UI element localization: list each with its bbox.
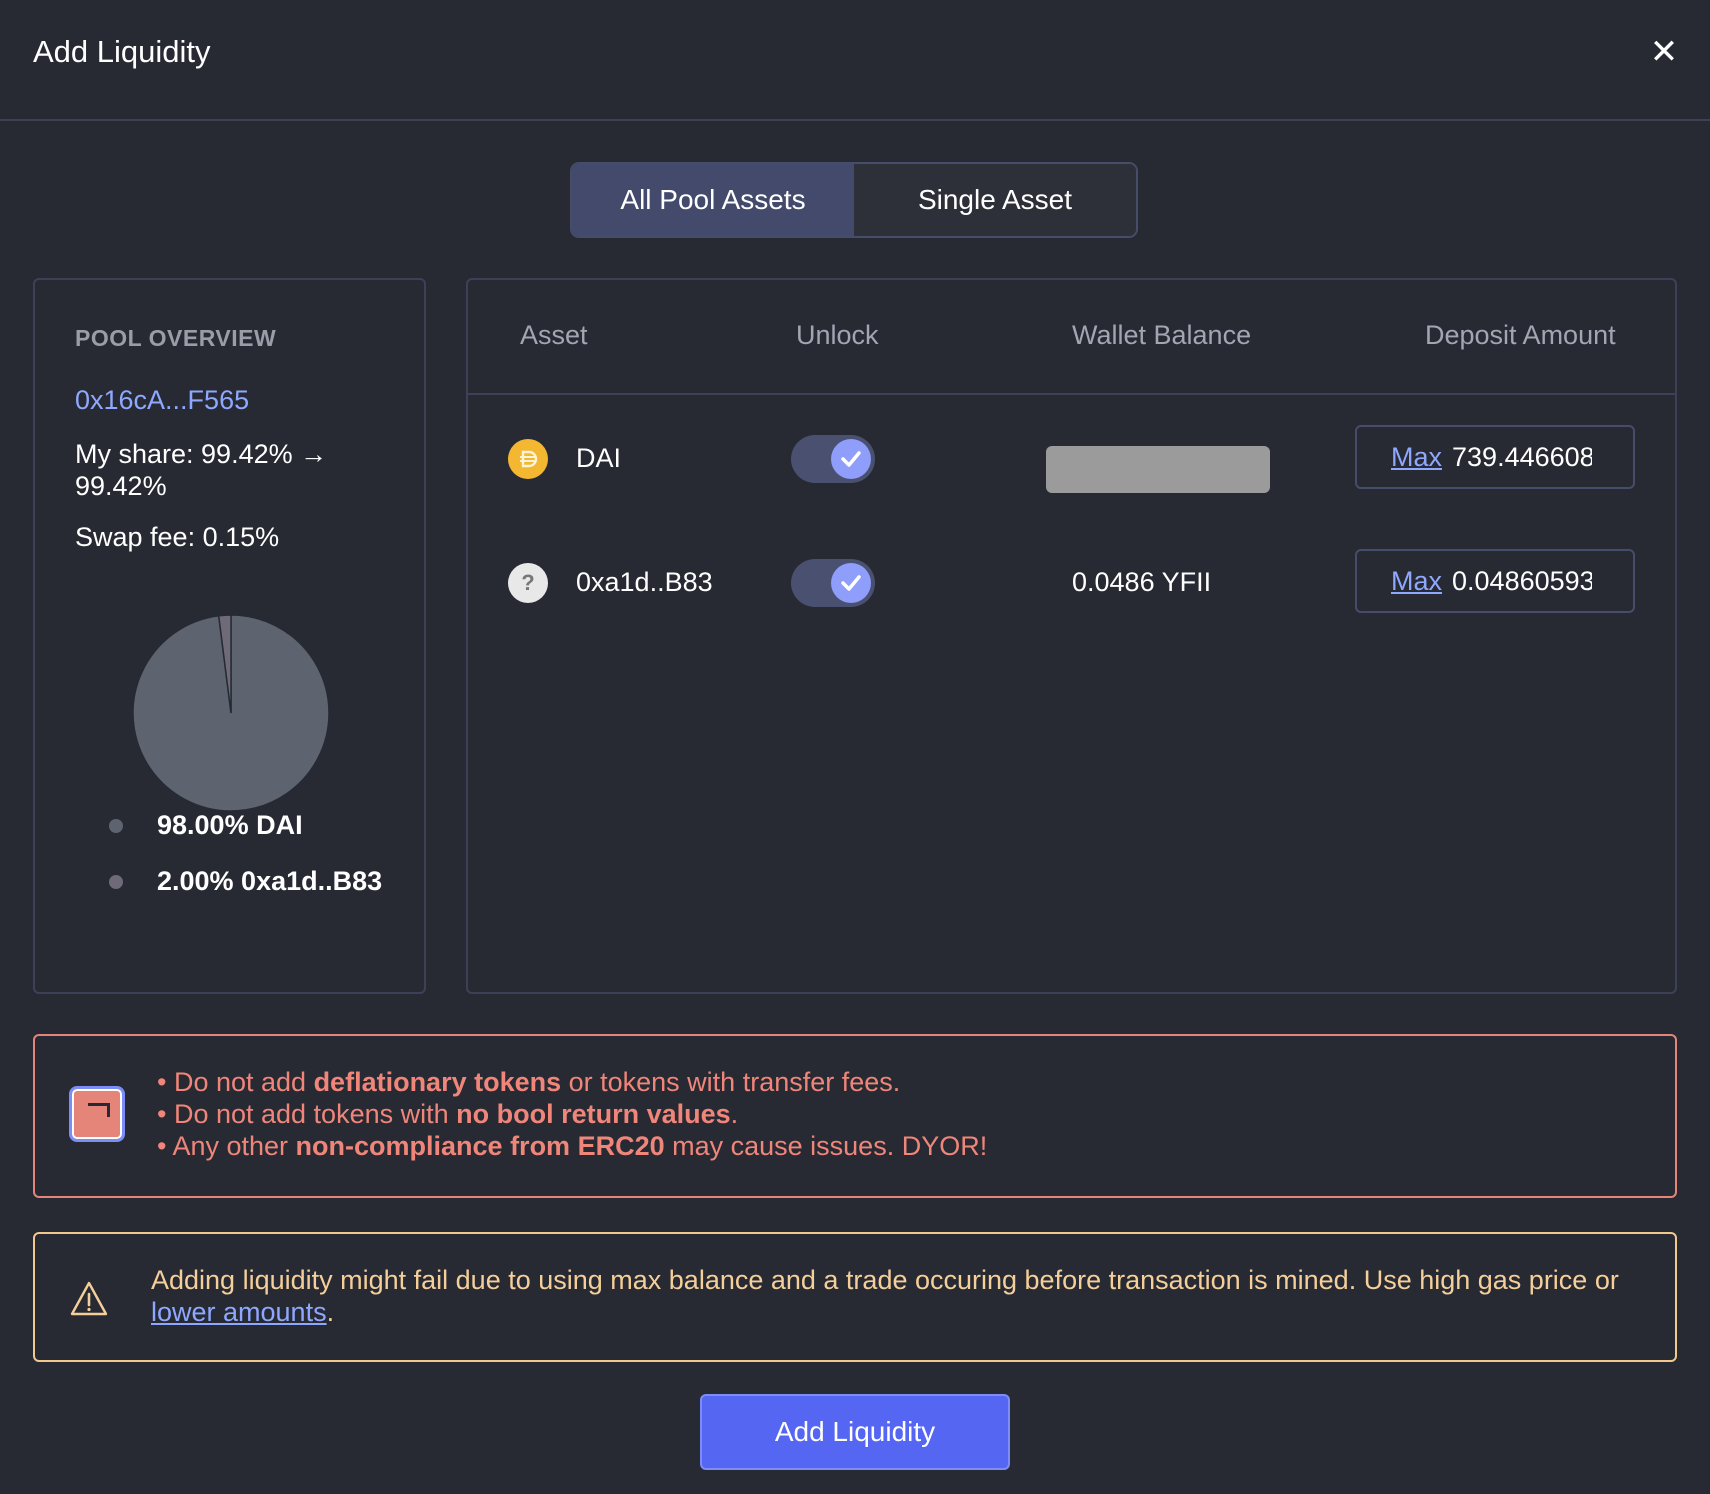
warning-flag-icon xyxy=(69,1086,125,1142)
column-header-deposit-amount: Deposit Amount xyxy=(1425,320,1616,350)
max-button-dai[interactable]: Max xyxy=(1391,442,1442,473)
legend-dot xyxy=(109,874,123,889)
warning-line: • Do not add tokens with no bool return … xyxy=(157,1099,739,1129)
column-header-wallet-balance: Wallet Balance xyxy=(1072,320,1252,350)
warning-line: • Any other non-compliance from ERC20 ma… xyxy=(157,1131,988,1161)
asset-name: DAI xyxy=(576,443,622,473)
tab-single-asset[interactable]: Single Asset xyxy=(854,164,1136,236)
token-compliance-warning: • Do not add deflationary tokens or toke… xyxy=(33,1034,1677,1198)
warning-line: • Do not add deflationary tokens or toke… xyxy=(157,1067,901,1097)
warning-triangle-icon xyxy=(70,1281,108,1316)
pool-address-link[interactable]: 0x16cA...F565 xyxy=(75,385,249,416)
column-header-unlock: Unlock xyxy=(796,320,879,350)
wallet-balance-redacted xyxy=(1046,446,1270,493)
assets-table-header: Asset Unlock Wallet Balance Deposit Amou… xyxy=(468,280,1675,395)
modal-header: Add Liquidity ✕ xyxy=(0,0,1710,121)
deposit-amount-field-dai[interactable]: Max xyxy=(1355,425,1635,489)
asset-name: 0xa1d..B83 xyxy=(576,567,713,597)
deposit-mode-tabs: All Pool Assets Single Asset xyxy=(570,162,1138,238)
dai-icon xyxy=(508,439,548,479)
max-balance-warning-text: Adding liquidity might fail due to using… xyxy=(151,1265,1619,1327)
tab-all-pool-assets[interactable]: All Pool Assets xyxy=(572,164,854,236)
swap-fee-text: Swap fee: 0.15% xyxy=(75,522,280,552)
table-row: ? 0xa1d..B83 0.0486 YFII Max xyxy=(468,543,1675,623)
pool-overview-heading: POOL OVERVIEW xyxy=(75,325,277,351)
legend-label: 98.00% DAI xyxy=(157,810,303,840)
legend-item-0xa1d: 2.00% 0xa1d..B83 xyxy=(109,866,382,897)
lower-amounts-link[interactable]: lower amounts xyxy=(151,1297,327,1327)
pool-composition-pie-chart xyxy=(132,614,330,812)
legend-item-dai: 98.00% DAI xyxy=(109,810,303,841)
check-icon xyxy=(831,439,871,479)
my-share-text: My share: 99.42% → 99.42% xyxy=(75,439,328,501)
pool-overview-panel: POOL OVERVIEW 0x16cA...F565 My share: 99… xyxy=(33,278,426,994)
assets-table-panel: Asset Unlock Wallet Balance Deposit Amou… xyxy=(466,278,1677,994)
max-balance-warning: Adding liquidity might fail due to using… xyxy=(33,1232,1677,1362)
dai-glyph-icon xyxy=(520,450,538,468)
legend-dot xyxy=(109,818,123,833)
unlock-toggle-0xa1d[interactable] xyxy=(791,559,875,607)
add-liquidity-button[interactable]: Add Liquidity xyxy=(700,1394,1010,1470)
unknown-token-icon: ? xyxy=(508,563,548,603)
legend-label: 2.00% 0xa1d..B83 xyxy=(157,866,383,896)
modal-title: Add Liquidity xyxy=(33,34,211,69)
table-row: DAI Max xyxy=(468,419,1675,499)
close-icon[interactable]: ✕ xyxy=(1645,33,1683,71)
compliance-warning-text: • Do not add deflationary tokens or toke… xyxy=(157,1066,987,1162)
deposit-amount-input-0xa1d[interactable] xyxy=(1452,565,1593,597)
deposit-amount-input-dai[interactable] xyxy=(1452,441,1593,473)
check-icon xyxy=(831,563,871,603)
column-header-asset: Asset xyxy=(520,320,588,350)
unlock-toggle-dai[interactable] xyxy=(791,435,875,483)
wallet-balance: 0.0486 YFII xyxy=(1072,567,1212,597)
max-button-0xa1d[interactable]: Max xyxy=(1391,566,1442,597)
deposit-amount-field-0xa1d[interactable]: Max xyxy=(1355,549,1635,613)
